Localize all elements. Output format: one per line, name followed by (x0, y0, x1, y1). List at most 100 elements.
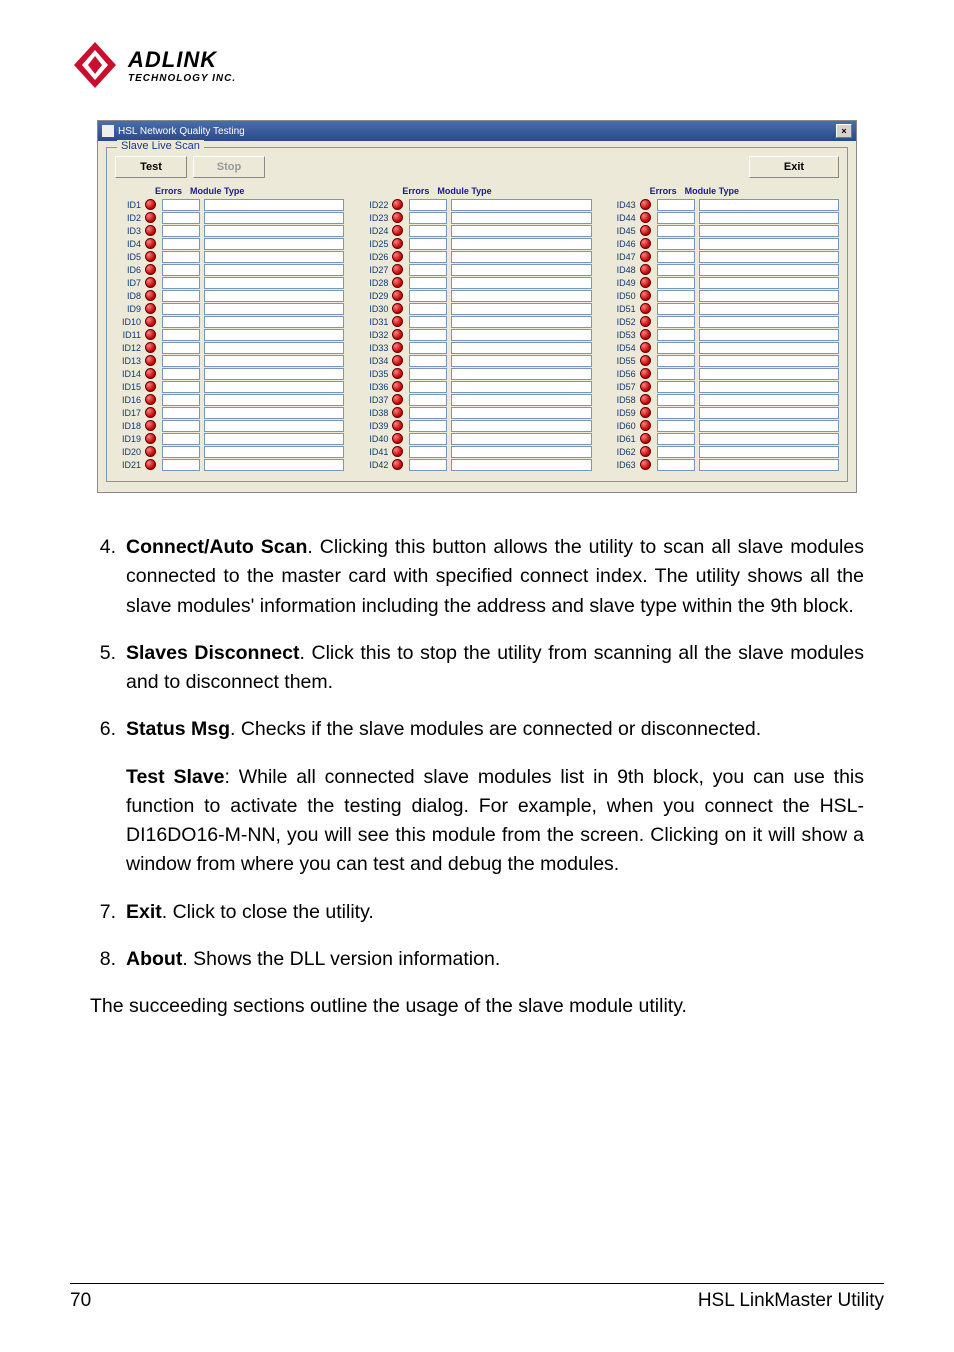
errors-cell (409, 251, 447, 263)
brand-logo: ADLINK TECHNOLOGY INC. (70, 40, 884, 90)
slave-row: ID10 (115, 315, 344, 328)
errors-cell (657, 238, 695, 250)
slave-row: ID13 (115, 354, 344, 367)
module-type-cell (451, 264, 591, 276)
errors-cell (409, 199, 447, 211)
module-type-cell (451, 303, 591, 315)
errors-header: Errors (155, 186, 182, 196)
slave-row: ID56 (610, 367, 839, 380)
slave-row: ID37 (362, 393, 591, 406)
errors-cell (409, 394, 447, 406)
slave-row: ID61 (610, 432, 839, 445)
column-header: ErrorsModule Type (362, 184, 591, 198)
errors-cell (409, 212, 447, 224)
errors-cell (409, 290, 447, 302)
errors-cell (409, 225, 447, 237)
item-text: About. Shows the DLL version information… (126, 945, 864, 974)
module-type-cell (699, 238, 839, 250)
errors-cell (657, 264, 695, 276)
status-led-icon (640, 199, 651, 210)
logo-icon (70, 40, 120, 90)
module-type-cell (699, 225, 839, 237)
status-led-icon (640, 446, 651, 457)
page-footer: 70 HSL LinkMaster Utility (70, 1283, 884, 1312)
id-label: ID51 (610, 304, 640, 314)
status-led-icon (145, 355, 156, 366)
id-label: ID47 (610, 252, 640, 262)
module-type-cell (451, 212, 591, 224)
status-led-icon (145, 316, 156, 327)
slave-row: ID49 (610, 276, 839, 289)
module-type-cell (204, 316, 344, 328)
errors-cell (409, 433, 447, 445)
status-led-icon (392, 368, 403, 379)
module-type-cell (451, 238, 591, 250)
module-type-cell (204, 420, 344, 432)
exit-button[interactable]: Exit (749, 156, 839, 178)
module-type-cell (204, 355, 344, 367)
status-led-icon (145, 420, 156, 431)
errors-cell (162, 277, 200, 289)
errors-cell (409, 329, 447, 341)
module-type-cell (204, 368, 344, 380)
slave-row: ID28 (362, 276, 591, 289)
module-type-cell (451, 446, 591, 458)
errors-cell (657, 199, 695, 211)
column-header: ErrorsModule Type (610, 184, 839, 198)
errors-cell (162, 355, 200, 367)
status-led-icon (392, 459, 403, 470)
slave-row: ID15 (115, 380, 344, 393)
status-led-icon (392, 238, 403, 249)
status-led-icon (145, 251, 156, 262)
module-type-cell (699, 212, 839, 224)
id-label: ID7 (115, 278, 145, 288)
id-label: ID42 (362, 460, 392, 470)
status-led-icon (145, 342, 156, 353)
slave-row: ID62 (610, 445, 839, 458)
id-label: ID2 (115, 213, 145, 223)
slave-row: ID42 (362, 458, 591, 471)
slave-row: ID36 (362, 380, 591, 393)
stop-button[interactable]: Stop (193, 156, 265, 178)
module-type-cell (204, 264, 344, 276)
id-label: ID49 (610, 278, 640, 288)
status-led-icon (392, 316, 403, 327)
status-led-icon (640, 225, 651, 236)
list-item: 5.Slaves Disconnect. Click this to stop … (90, 639, 864, 698)
errors-cell (409, 420, 447, 432)
slave-row: ID50 (610, 289, 839, 302)
id-label: ID36 (362, 382, 392, 392)
errors-header: Errors (402, 186, 429, 196)
errors-cell (409, 303, 447, 315)
id-label: ID8 (115, 291, 145, 301)
errors-cell (162, 381, 200, 393)
status-led-icon (392, 355, 403, 366)
test-button[interactable]: Test (115, 156, 187, 178)
document-body: 4.Connect/Auto Scan. Clicking this butto… (70, 533, 884, 1021)
errors-cell (162, 212, 200, 224)
slave-row: ID51 (610, 302, 839, 315)
errors-cell (409, 238, 447, 250)
slave-row: ID12 (115, 341, 344, 354)
status-led-icon (640, 381, 651, 392)
errors-cell (162, 238, 200, 250)
item-text: Slaves Disconnect. Click this to stop th… (126, 639, 864, 698)
module-type-cell (204, 238, 344, 250)
slave-row: ID23 (362, 211, 591, 224)
status-led-icon (145, 264, 156, 275)
errors-cell (409, 277, 447, 289)
errors-cell (657, 446, 695, 458)
module-type-cell (699, 355, 839, 367)
module-type-cell (204, 277, 344, 289)
module-type-cell (204, 329, 344, 341)
errors-cell (657, 277, 695, 289)
errors-cell (657, 212, 695, 224)
close-button[interactable]: × (836, 124, 852, 138)
slave-row: ID20 (115, 445, 344, 458)
item-number: 5. (90, 639, 126, 698)
errors-cell (657, 433, 695, 445)
module-type-cell (451, 277, 591, 289)
status-led-icon (392, 264, 403, 275)
id-label: ID4 (115, 239, 145, 249)
module-type-cell (699, 433, 839, 445)
